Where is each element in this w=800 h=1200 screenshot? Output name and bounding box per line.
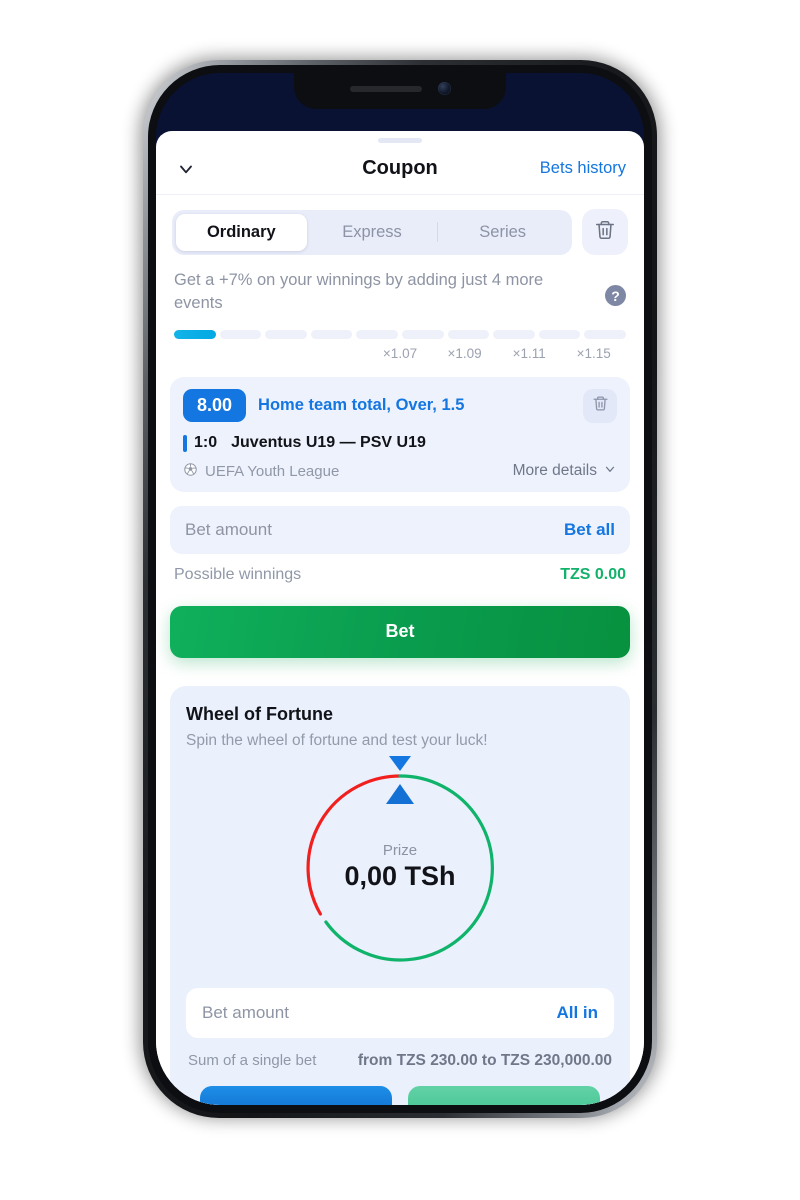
progress-segment [493, 329, 535, 339]
single-bet-limits-row: Sum of a single bet from TZS 230.00 to T… [186, 1052, 614, 1070]
progress-segment [265, 329, 307, 339]
wheel-amount-placeholder: Bet amount [202, 1002, 289, 1022]
coupon-scroll-area[interactable]: Ordinary Express Series Get a +7% on you… [156, 195, 644, 1105]
single-bet-range: from TZS 230.00 to TZS 230,000.00 [357, 1051, 612, 1069]
front-camera [437, 82, 451, 95]
trash-icon [592, 395, 609, 417]
tab-ordinary[interactable]: Ordinary [176, 213, 307, 251]
bet-card-header: 8.00 Home team total, Over, 1.5 [183, 388, 617, 423]
bets-history-link[interactable]: Bets history [540, 159, 626, 178]
remove-selection-button[interactable] [583, 388, 617, 423]
progress-segment [356, 329, 398, 339]
promo-progress-bar [174, 329, 626, 339]
live-accent-bar [183, 434, 187, 452]
single-bet-label: Sum of a single bet [188, 1052, 317, 1070]
more-details-label: More details [512, 462, 597, 480]
phone-body: Coupon Bets history Ordinary Express Ser… [148, 65, 652, 1113]
tab-series[interactable]: Series [437, 214, 568, 251]
possible-winnings-row: Possible winnings TZS 0.00 [156, 554, 644, 584]
sheet-header: Coupon Bets history [156, 143, 644, 195]
multiplier-labels: ×1.07 ×1.09 ×1.11 ×1.15 [174, 346, 626, 361]
match-row: 1:0 Juventus U19 — PSV U19 [183, 434, 617, 452]
bet-all-button[interactable]: Bet all [564, 520, 615, 540]
more-details-button[interactable]: More details [513, 462, 617, 481]
market-label[interactable]: Home team total, Over, 1.5 [258, 396, 571, 415]
bet-amount-field[interactable]: Bet amount Bet all [170, 505, 630, 554]
multiplier-label: ×1.07 [382, 345, 418, 361]
progress-segment [219, 329, 262, 339]
progress-segment [584, 329, 626, 339]
phone-notch [294, 73, 506, 109]
place-bet-button[interactable]: Bet [170, 605, 630, 658]
match-score: 1:0 [194, 433, 218, 451]
screenshot-stage: Coupon Bets history Ordinary Express Ser… [0, 0, 800, 1200]
wheel-bet-amount-field[interactable]: Bet amount All in [186, 987, 614, 1038]
possible-winnings-value: TZS 0.00 [560, 565, 626, 583]
wheel-outer-pointer-icon [389, 755, 411, 771]
phone-screen: Coupon Bets history Ordinary Express Ser… [156, 73, 644, 1105]
promo-block: Get a +7% on your winnings by adding jus… [156, 265, 644, 361]
promo-text: Get a +7% on your winnings by adding jus… [174, 271, 544, 313]
prize-label: Prize [382, 841, 418, 859]
bet-type-tabs: Ordinary Express Series [172, 209, 572, 255]
league-row: UEFA Youth League More details [183, 462, 617, 481]
match-teams: Juventus U19 — PSV U19 [231, 433, 426, 451]
odds-badge: 8.00 [183, 389, 247, 423]
progress-segment [310, 329, 353, 339]
promo-top-row: Get a +7% on your winnings by adding jus… [174, 269, 626, 316]
multiplier-label: ×1.11 [512, 345, 546, 361]
wheel-center-readout: Prize 0,00 TSh [302, 842, 498, 892]
progress-segment [447, 329, 490, 339]
prize-value: 0,00 TSh [344, 860, 456, 891]
collapse-sheet-icon[interactable] [174, 157, 198, 181]
wheel-title: Wheel of Fortune [186, 703, 333, 724]
green-action-button[interactable] [408, 1085, 600, 1105]
tab-row: Ordinary Express Series [156, 195, 644, 265]
tab-express[interactable]: Express [307, 214, 438, 251]
possible-winnings-label: Possible winnings [174, 565, 302, 583]
trash-icon [594, 219, 616, 246]
progress-segment [538, 329, 581, 339]
earpiece-speaker [349, 85, 422, 92]
league-info: UEFA Youth League [183, 462, 339, 481]
blue-action-button[interactable] [200, 1085, 392, 1105]
bet-selection-card: 8.00 Home team total, Over, 1.5 1:0 Juve… [170, 376, 630, 492]
wheel-subtitle: Spin the wheel of fortune and test your … [186, 731, 488, 749]
league-name: UEFA Youth League [205, 462, 340, 480]
help-icon[interactable]: ? [605, 285, 626, 306]
soccer-ball-icon [183, 462, 198, 481]
wheel-action-buttons [200, 1085, 600, 1105]
bet-amount-placeholder: Bet amount [185, 519, 272, 539]
wheel-of-fortune-card: Wheel of Fortune Spin the wheel of fortu… [170, 685, 630, 1105]
wheel-inner-pointer-icon [386, 783, 414, 804]
multiplier-label: ×1.09 [447, 345, 482, 361]
multiplier-spacer [174, 346, 368, 361]
coupon-sheet: Coupon Bets history Ordinary Express Ser… [156, 131, 644, 1105]
chevron-down-icon [603, 462, 617, 481]
clear-coupon-button[interactable] [582, 209, 628, 255]
multiplier-label: ×1.15 [576, 345, 611, 361]
fortune-wheel[interactable]: Prize 0,00 TSh [302, 755, 498, 966]
progress-segment [174, 329, 216, 339]
all-in-button[interactable]: All in [556, 1003, 598, 1023]
progress-segment [401, 329, 444, 339]
phone-frame: Coupon Bets history Ordinary Express Ser… [143, 60, 657, 1118]
